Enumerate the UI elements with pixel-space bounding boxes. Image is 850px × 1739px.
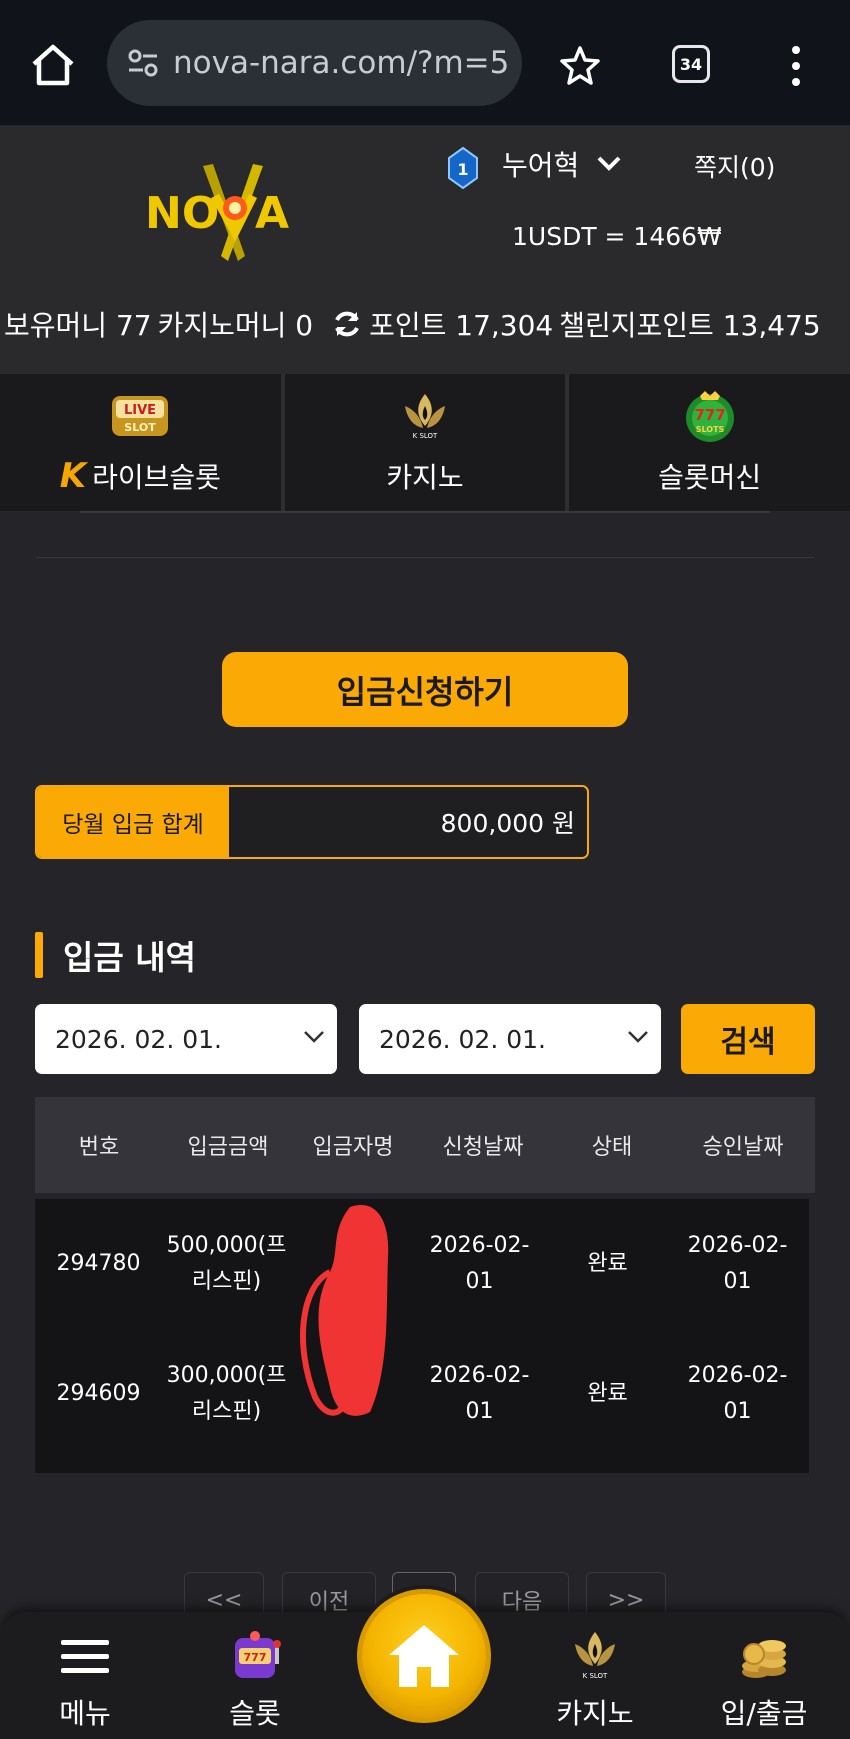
table-body: 294780 500,000(프 리스핀) 2026-02- 01 완료 202… (35, 1199, 809, 1473)
deposit-history-heading: 입금 내역 (35, 932, 196, 978)
level-badge-icon: 1 (448, 146, 478, 190)
tab-slot-machine-label: 슬롯머신 (658, 461, 762, 494)
search-button[interactable]: 검색 (681, 1004, 815, 1074)
monthly-deposit-label: 당월 입금 합계 (37, 787, 229, 857)
date-to-select[interactable]: 2026. 02. 01. (359, 1004, 661, 1074)
nav-casino-label: 카지노 (556, 1697, 634, 1730)
nav-menu-label: 메뉴 (59, 1697, 111, 1730)
url-text: nova-nara.com/?m=5 (173, 45, 510, 81)
date-from-value: 2026. 02. 01. (55, 1024, 222, 1054)
heading-accent-bar (35, 932, 43, 978)
exchange-rate: 1USDT = 1466₩ (512, 222, 722, 251)
live-slot-icon: LIVE SLOT (112, 396, 169, 436)
home-icon (389, 1625, 459, 1687)
nav-casino[interactable]: K SLOT 카지노 (535, 1628, 655, 1732)
more-options-icon[interactable] (786, 44, 806, 88)
svg-text:K SLOT: K SLOT (583, 1672, 608, 1680)
casino-money: 카지노머니 0 (157, 309, 314, 342)
k-brand-mark: K (59, 456, 87, 496)
table-row[interactable]: 294609 300,000(프 리스핀) 2026-02- 01 완료 202… (35, 1329, 809, 1459)
row-number: 294780 (56, 1251, 141, 1276)
svg-text:1: 1 (457, 160, 468, 179)
site-header: NO A 1 누어혁 쪽지(0) 1USDT = 1466₩ 보유머니 77 카… (0, 126, 850, 374)
tab-casino[interactable]: K SLOT 카지노 (284, 374, 570, 511)
svg-text:K SLOT: K SLOT (413, 432, 438, 440)
redaction-scribble (300, 1205, 389, 1416)
coins-icon (742, 1640, 786, 1678)
points: 포인트 17,304 (369, 309, 554, 342)
holding-money: 보유머니 77 (4, 309, 152, 342)
col-number: 번호 (78, 1135, 120, 1160)
row-approve-date: 2026-02- 01 (687, 1233, 788, 1294)
row-amount: 300,000(프 리스핀) (166, 1363, 287, 1424)
nav-slot-label: 슬롯 (229, 1697, 281, 1730)
svg-text:777: 777 (244, 1651, 267, 1664)
nav-banking[interactable]: 입/출금 (704, 1628, 824, 1732)
date-from-select[interactable]: 2026. 02. 01. (35, 1004, 337, 1074)
table-header: 번호 입금금액 입금자명 신청날짜 상태 승인날짜 (35, 1097, 815, 1193)
row-request-date: 2026-02- 01 (429, 1363, 530, 1424)
col-request-date: 신청날짜 (442, 1135, 524, 1160)
deposit-request-button[interactable]: 입금신청하기 (222, 652, 628, 727)
date-to-value: 2026. 02. 01. (379, 1024, 546, 1054)
hamburger-menu-icon (61, 1640, 109, 1673)
tab-live-slot[interactable]: LIVE SLOT K 라이브슬롯 (0, 374, 285, 511)
site-settings-icon[interactable] (123, 43, 163, 83)
tab-switcher-button[interactable]: 34 (672, 45, 710, 83)
svg-text:SLOT: SLOT (125, 421, 157, 434)
svg-text:NO: NO (145, 188, 219, 239)
row-request-date: 2026-02- 01 (429, 1233, 530, 1294)
svg-text:LIVE: LIVE (124, 403, 156, 418)
refresh-icon[interactable] (331, 308, 363, 340)
nova-logo[interactable]: NO A (143, 156, 323, 266)
challenge-points: 챌린지포인트 13,475 (559, 309, 821, 342)
row-number: 294609 (56, 1381, 141, 1406)
tab-casino-label: 카지노 (386, 461, 464, 494)
deposit-history-title: 입금 내역 (63, 938, 196, 977)
row-amount: 500,000(프 리스핀) (166, 1233, 287, 1294)
monthly-deposit-total: 당월 입금 합계 800,000 원 (35, 785, 589, 859)
col-approve-date: 승인날짜 (702, 1135, 784, 1160)
home-button[interactable] (357, 1589, 491, 1723)
row-status: 완료 (587, 1381, 628, 1406)
nav-banking-label: 입/출금 (720, 1697, 808, 1730)
balance-row: 보유머니 77 카지노머니 0 포인트 17,304 챌린지포인트 13,475 (4, 304, 850, 344)
svg-text:777: 777 (694, 406, 725, 424)
monthly-deposit-value: 800,000 원 (229, 787, 587, 857)
777-slots-icon: 777 SLOTS (685, 391, 734, 442)
nav-slot[interactable]: 777 슬롯 (195, 1628, 315, 1732)
tab-live-slot-label: 라이브슬롯 (92, 461, 221, 494)
svg-text:SLOTS: SLOTS (695, 425, 724, 434)
chevron-down-icon (628, 1031, 648, 1043)
col-amount: 입금금액 (187, 1135, 269, 1160)
browser-home-icon[interactable] (28, 40, 78, 90)
row-status: 완료 (587, 1251, 628, 1276)
col-depositor: 입금자명 (312, 1135, 394, 1160)
k-slot-icon: K SLOT (405, 394, 445, 440)
table-row[interactable]: 294780 500,000(프 리스핀) 2026-02- 01 완료 202… (35, 1199, 809, 1329)
tab-slot-machine[interactable]: 777 SLOTS 슬롯머신 (569, 374, 850, 511)
messages-link[interactable]: 쪽지(0) (694, 148, 775, 184)
address-bar[interactable]: nova-nara.com/?m=5 (107, 20, 522, 106)
chevron-down-icon[interactable] (596, 154, 622, 174)
username-dropdown[interactable]: 누어혁 (502, 144, 579, 184)
chevron-down-icon (304, 1031, 324, 1043)
nav-menu[interactable]: 메뉴 (25, 1628, 145, 1732)
col-status: 상태 (591, 1135, 633, 1160)
bookmark-star-icon[interactable] (558, 44, 602, 88)
browser-toolbar: nova-nara.com/?m=5 34 (0, 0, 850, 125)
game-category-tabs: LIVE SLOT K 라이브슬롯 K SLOT 카지노 777 SLOTS 슬… (0, 374, 850, 511)
divider (36, 557, 814, 558)
svg-text:A: A (255, 188, 289, 239)
k-slot-icon: K SLOT (575, 1632, 615, 1680)
slot-machine-icon: 777 (235, 1631, 281, 1678)
deposit-history-table: 번호 입금금액 입금자명 신청날짜 상태 승인날짜 294780 500,000… (35, 1097, 815, 1473)
row-approve-date: 2026-02- 01 (687, 1363, 788, 1424)
tab-underline (80, 511, 770, 513)
